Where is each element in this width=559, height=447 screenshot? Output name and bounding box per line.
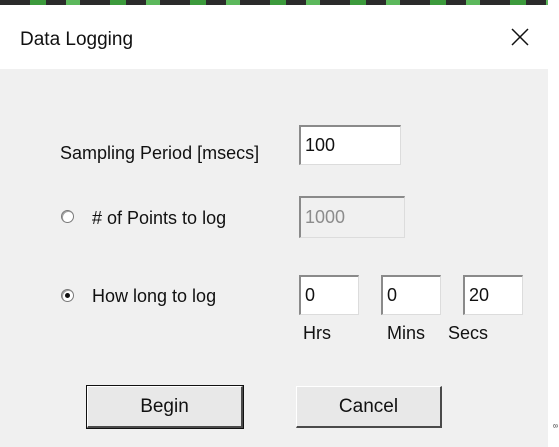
side-mark: 8	[551, 424, 558, 428]
data-logging-dialog: Data Logging Sampling Period [msecs] # o…	[0, 0, 548, 447]
sampling-period-label: Sampling Period [msecs]	[60, 143, 260, 163]
dialog-title: Data Logging	[20, 29, 134, 50]
hours-unit-label: Hrs	[303, 323, 331, 343]
minutes-input[interactable]	[381, 275, 441, 315]
minutes-unit-label: Mins	[387, 323, 426, 343]
seconds-input[interactable]	[463, 275, 523, 315]
hours-input[interactable]	[299, 275, 359, 315]
sampling-period-input[interactable]	[299, 125, 401, 165]
title-bar: Data Logging	[0, 5, 548, 69]
points-to-log-radio[interactable]	[61, 210, 74, 223]
seconds-unit-label: Secs	[448, 323, 489, 343]
points-to-log-input[interactable]	[299, 196, 405, 238]
cancel-button-label: Cancel	[338, 395, 399, 417]
begin-button-label: Begin	[140, 395, 189, 417]
how-long-to-log-label: How long to log	[92, 286, 217, 306]
how-long-to-log-radio[interactable]	[61, 289, 74, 302]
radio-selected-dot	[65, 293, 70, 298]
close-button[interactable]	[500, 17, 540, 57]
close-icon	[511, 28, 529, 46]
cancel-button[interactable]: Cancel	[296, 386, 442, 428]
points-to-log-label: # of Points to log	[92, 208, 227, 228]
begin-button[interactable]: Begin	[86, 385, 244, 429]
